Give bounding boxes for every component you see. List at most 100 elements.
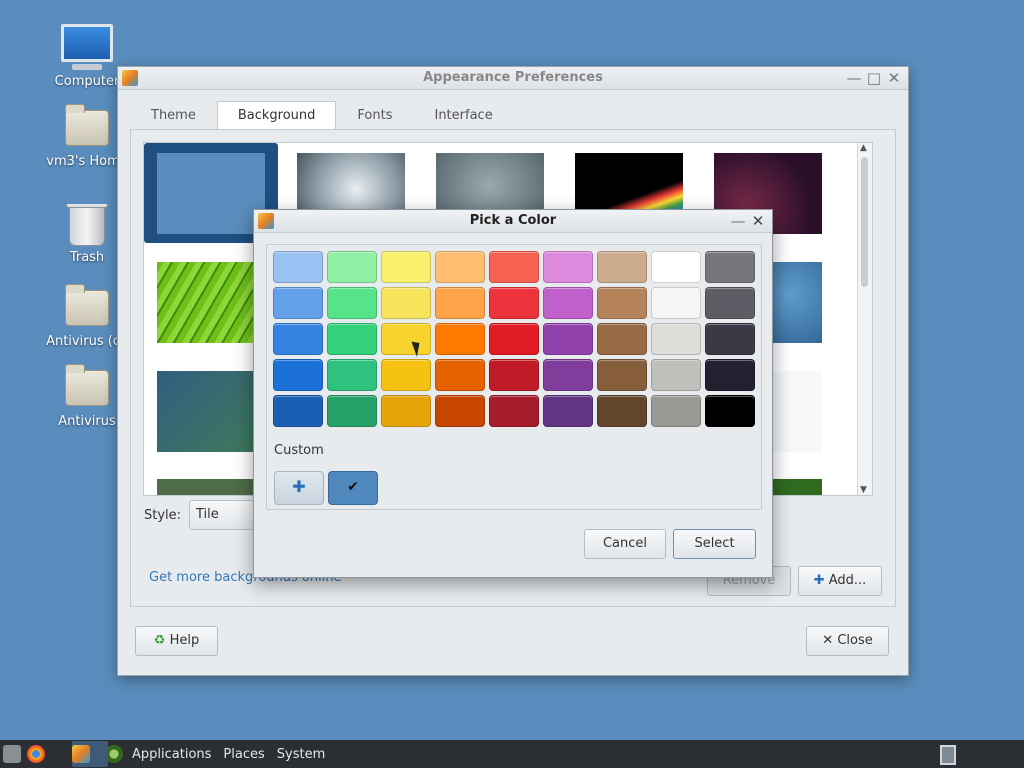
color-swatch[interactable] (435, 359, 485, 391)
tab-interface[interactable]: Interface (413, 101, 513, 131)
color-swatch[interactable] (273, 323, 323, 355)
window-titlebar[interactable]: Appearance Preferences — □ ✕ (118, 67, 908, 90)
color-swatch[interactable] (543, 359, 593, 391)
browser-icon[interactable] (27, 745, 45, 763)
color-swatch[interactable] (705, 251, 755, 283)
plus-icon: ✚ (813, 573, 825, 588)
color-swatch[interactable] (597, 323, 647, 355)
color-swatch[interactable] (381, 287, 431, 319)
trash-icon (66, 204, 108, 246)
wallpaper-green-leaf[interactable] (157, 262, 265, 343)
color-swatch[interactable] (381, 251, 431, 283)
wallpaper-row4-a[interactable] (157, 479, 265, 495)
dialog-title: Pick a Color (469, 213, 557, 228)
color-swatch[interactable] (327, 251, 377, 283)
color-swatch[interactable] (381, 323, 431, 355)
color-swatch[interactable] (435, 287, 485, 319)
window-title: Appearance Preferences (423, 70, 603, 85)
color-swatch[interactable] (651, 359, 701, 391)
plus-icon: ✚ (292, 477, 306, 496)
help-label: Help (169, 633, 200, 648)
custom-label: Custom (274, 443, 324, 458)
tray-window-icon[interactable] (940, 745, 956, 765)
menu-places[interactable]: Places (223, 747, 264, 762)
add-label: Add... (828, 573, 867, 588)
close-x-icon: ✕ (822, 633, 834, 648)
color-swatch[interactable] (705, 395, 755, 427)
color-swatch[interactable] (489, 251, 539, 283)
wallpaper-scrollbar[interactable]: ▲ ▼ (857, 143, 872, 495)
computer-icon (61, 24, 113, 70)
color-swatch[interactable] (651, 323, 701, 355)
color-swatch[interactable] (543, 251, 593, 283)
color-swatch[interactable] (597, 359, 647, 391)
folder-icon (65, 284, 109, 326)
close-icon[interactable]: ✕ (750, 212, 766, 230)
color-swatch[interactable] (489, 359, 539, 391)
color-swatch[interactable] (273, 287, 323, 319)
color-swatch[interactable] (543, 287, 593, 319)
close-icon[interactable]: ✕ (886, 69, 902, 87)
checkmark-icon: ✔ (347, 479, 359, 495)
color-swatch[interactable] (435, 395, 485, 427)
color-swatch[interactable] (489, 287, 539, 319)
wallpaper-teal-gradient[interactable] (157, 371, 265, 452)
color-swatch[interactable] (597, 251, 647, 283)
show-desktop-icon[interactable] (3, 745, 21, 763)
style-label: Style: (144, 508, 182, 523)
color-swatch[interactable] (651, 395, 701, 427)
cancel-button[interactable]: Cancel (584, 529, 666, 559)
menu-system[interactable]: System (277, 747, 325, 762)
cancel-label: Cancel (602, 536, 648, 551)
style-value: Tile (196, 507, 219, 522)
select-button[interactable]: Select (673, 529, 756, 559)
dialog-titlebar[interactable]: Pick a Color — ✕ (254, 210, 772, 233)
tab-background[interactable]: Background (216, 101, 337, 130)
tab-bar: Theme Background Fonts Interface (130, 101, 514, 131)
color-swatch[interactable] (381, 359, 431, 391)
close-button[interactable]: ✕ Close (806, 626, 889, 656)
color-swatch[interactable] (705, 287, 755, 319)
scroll-down-icon[interactable]: ▼ (860, 485, 867, 495)
color-swatch[interactable] (489, 395, 539, 427)
color-swatch[interactable] (273, 251, 323, 283)
appearance-task-icon[interactable] (72, 745, 90, 763)
tab-fonts[interactable]: Fonts (336, 101, 413, 131)
minimize-icon[interactable]: — (730, 212, 746, 230)
color-swatch[interactable] (489, 323, 539, 355)
color-swatch[interactable] (597, 395, 647, 427)
color-chooser: Custom ✚ ✔ (266, 244, 762, 510)
taskbar: Applications Places System (0, 740, 1024, 768)
color-swatch[interactable] (273, 359, 323, 391)
color-palette (273, 251, 755, 427)
color-swatch[interactable] (597, 287, 647, 319)
help-icon: ♻ (153, 633, 166, 648)
color-swatch[interactable] (327, 287, 377, 319)
color-swatch[interactable] (543, 395, 593, 427)
wallpaper-solid-blue[interactable] (157, 153, 265, 234)
color-swatch[interactable] (435, 323, 485, 355)
color-swatch[interactable] (705, 359, 755, 391)
maximize-icon[interactable]: □ (866, 69, 882, 87)
color-swatch[interactable] (705, 323, 755, 355)
scroll-up-icon[interactable]: ▲ (860, 143, 867, 153)
color-swatch[interactable] (435, 251, 485, 283)
add-custom-color-button[interactable]: ✚ (274, 471, 324, 505)
add-button[interactable]: ✚ Add... (798, 566, 882, 596)
color-swatch[interactable] (651, 251, 701, 283)
minimize-icon[interactable]: — (846, 69, 862, 87)
color-swatch[interactable] (651, 287, 701, 319)
menu-applications[interactable]: Applications (132, 747, 211, 762)
color-swatch[interactable] (327, 323, 377, 355)
close-label: Close (837, 633, 873, 648)
color-swatch[interactable] (327, 395, 377, 427)
custom-color-swatch[interactable]: ✔ (328, 471, 378, 505)
scrollbar-thumb[interactable] (861, 157, 868, 287)
color-swatch[interactable] (273, 395, 323, 427)
pick-color-dialog: Pick a Color — ✕ Custom ✚ ✔ Cancel Selec… (253, 209, 773, 578)
color-swatch[interactable] (327, 359, 377, 391)
color-swatch[interactable] (543, 323, 593, 355)
color-swatch[interactable] (381, 395, 431, 427)
help-button[interactable]: ♻ Help (135, 626, 218, 656)
tab-theme[interactable]: Theme (130, 101, 217, 131)
